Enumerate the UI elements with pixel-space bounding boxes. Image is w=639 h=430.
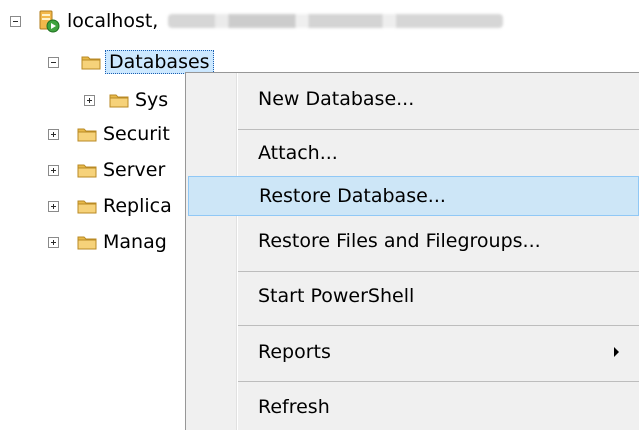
tree-item-label: Server bbox=[103, 159, 166, 181]
tree-node-security[interactable]: Securit bbox=[48, 120, 170, 148]
server-label: localhost, bbox=[67, 10, 159, 32]
databases-label: Databases bbox=[105, 50, 214, 74]
menu-item-new-database[interactable]: New Database... bbox=[188, 81, 639, 117]
menu-item-label: Restore Files and Filegroups... bbox=[258, 230, 541, 252]
server-name-blurred bbox=[168, 14, 504, 28]
tree-node-server[interactable]: localhost, bbox=[10, 7, 504, 35]
collapse-icon[interactable] bbox=[10, 15, 21, 27]
tree-node-management[interactable]: Manag bbox=[48, 228, 167, 256]
menu-item-label: Attach... bbox=[258, 142, 338, 164]
menu-item-attach[interactable]: Attach... bbox=[188, 135, 639, 171]
menu-separator bbox=[238, 381, 639, 382]
expand-icon[interactable] bbox=[48, 128, 59, 140]
folder-icon bbox=[77, 200, 97, 214]
context-menu: New Database... Attach... Restore Databa… bbox=[185, 72, 639, 430]
menu-item-label: Restore Database... bbox=[259, 185, 446, 207]
folder-icon bbox=[109, 94, 129, 108]
menu-separator bbox=[238, 129, 639, 130]
submenu-arrow-icon bbox=[614, 347, 619, 357]
folder-icon bbox=[77, 128, 97, 142]
tree-node-server-objects[interactable]: Server bbox=[48, 156, 165, 184]
collapse-icon[interactable] bbox=[48, 56, 59, 68]
menu-item-label: Refresh bbox=[258, 396, 330, 418]
menu-item-start-powershell[interactable]: Start PowerShell bbox=[188, 278, 639, 314]
menu-separator bbox=[238, 325, 639, 326]
tree-node-replication[interactable]: Replica bbox=[48, 192, 172, 220]
menu-item-restore-files-filegroups[interactable]: Restore Files and Filegroups... bbox=[188, 223, 639, 259]
expand-icon[interactable] bbox=[48, 164, 59, 176]
menu-item-label: Start PowerShell bbox=[258, 285, 415, 307]
expand-icon[interactable] bbox=[84, 94, 95, 106]
tree-item-label: Securit bbox=[103, 123, 170, 145]
tree-item-label: Manag bbox=[103, 231, 167, 253]
menu-item-refresh[interactable]: Refresh bbox=[188, 389, 639, 425]
tree-item-label: Replica bbox=[103, 195, 172, 217]
tree-item-label: Sys bbox=[135, 89, 169, 111]
menu-item-label: Reports bbox=[258, 341, 331, 363]
folder-icon bbox=[77, 164, 97, 178]
menu-separator bbox=[238, 271, 639, 272]
menu-item-label: New Database... bbox=[258, 88, 415, 110]
folder-icon bbox=[81, 56, 101, 70]
menu-item-restore-database[interactable]: Restore Database... bbox=[188, 176, 639, 216]
expand-icon[interactable] bbox=[48, 236, 59, 248]
menu-item-reports[interactable]: Reports bbox=[188, 334, 639, 370]
folder-icon bbox=[77, 236, 97, 250]
tree-node-system-databases[interactable]: Sys bbox=[84, 86, 168, 114]
expand-icon[interactable] bbox=[48, 200, 59, 212]
server-icon bbox=[39, 10, 60, 33]
